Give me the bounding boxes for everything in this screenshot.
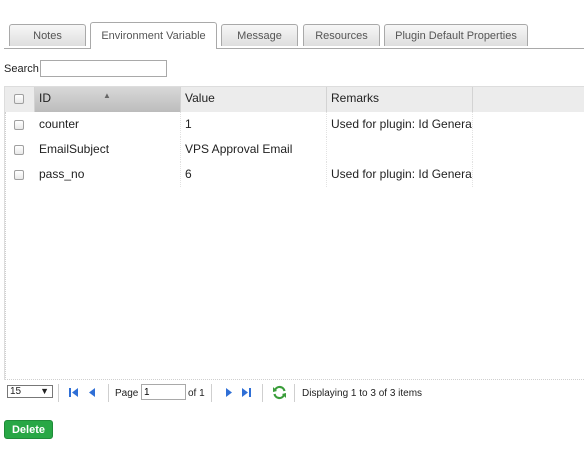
tab-message[interactable]: Message [221,24,298,46]
delete-button[interactable]: Delete [4,420,53,439]
tab-environment-variable[interactable]: Environment Variable [90,22,217,49]
tab-bar: Notes Environment Variable Message Resou… [4,22,584,49]
page-count-label: of 1 [188,388,205,399]
next-page-icon[interactable] [222,386,235,399]
cell-id: counter [35,112,181,137]
page-size-value: 15 [10,386,22,397]
last-page-icon[interactable] [240,386,253,399]
search-label: Search [4,63,39,75]
search-input[interactable] [40,60,167,77]
column-header-remarks-label: Remarks [331,91,380,105]
table-row[interactable]: counter 1 Used for plugin: Id Generator [5,112,584,137]
dropdown-arrow-icon: ▼ [40,386,49,396]
column-header-id[interactable]: ▲ ID [35,87,181,112]
column-header-remarks[interactable]: Remarks [327,87,473,112]
grid-header: ▲ ID Value Remarks [5,87,584,112]
column-header-value-label: Value [185,91,215,105]
column-header-id-label: ID [39,91,51,105]
table-row[interactable]: pass_no 6 Used for plugin: Id Generator [5,162,584,187]
cell-remarks [327,137,473,162]
select-all-checkbox[interactable] [14,94,24,104]
cell-id: EmailSubject [35,137,181,162]
prev-page-icon[interactable] [86,386,99,399]
row-checkbox[interactable] [14,170,24,180]
pager-separator [58,384,60,402]
row-checkbox[interactable] [14,145,24,155]
environment-variable-grid: ▲ ID Value Remarks counter 1 Used for pl… [4,86,584,380]
page-size-select[interactable]: 15 ▼ [7,385,53,398]
row-checkbox[interactable] [14,120,24,130]
pager-separator [108,384,110,402]
cell-id: pass_no [35,162,181,187]
pager-separator [294,384,296,402]
cell-value: 1 [181,112,327,137]
display-message: Displaying 1 to 3 of 3 items [302,388,423,399]
pager-separator [211,384,213,402]
refresh-icon[interactable] [272,385,287,400]
pager-toolbar: 15 ▼ Page of 1 Displaying 1 to 3 of 3 it… [4,381,584,405]
cell-value: VPS Approval Email [181,137,327,162]
page-label: Page [115,388,139,399]
cell-remarks: Used for plugin: Id Generator [327,162,473,187]
column-header-value[interactable]: Value [181,87,327,112]
tab-resources[interactable]: Resources [303,24,380,46]
tab-notes[interactable]: Notes [9,24,86,46]
tab-plugin-default-properties[interactable]: Plugin Default Properties [384,24,528,46]
page-number-input[interactable] [141,384,186,400]
pager-separator [262,384,264,402]
cell-value: 6 [181,162,327,187]
select-all-header [5,87,35,112]
first-page-icon[interactable] [67,386,80,399]
cell-remarks: Used for plugin: Id Generator [327,112,473,137]
table-row[interactable]: EmailSubject VPS Approval Email [5,137,584,162]
sort-ascending-icon: ▲ [103,91,111,100]
